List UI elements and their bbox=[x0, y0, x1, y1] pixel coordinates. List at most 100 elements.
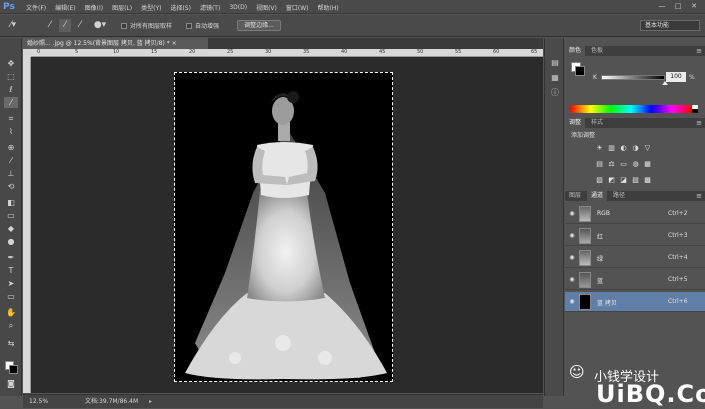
document-size-info[interactable]: 文档:39.7M/86.4M bbox=[85, 395, 138, 409]
shape-tool-icon[interactable]: ▭ bbox=[4, 291, 18, 302]
brush-tool-icon[interactable]: ⁄ bbox=[4, 155, 18, 166]
gradient-tool-icon[interactable]: ▭ bbox=[4, 210, 18, 221]
tab-color[interactable]: 颜色 bbox=[565, 46, 586, 56]
visibility-eye-icon[interactable]: ◉ bbox=[568, 254, 576, 262]
lasso-tool-icon[interactable]: ℓ bbox=[4, 84, 18, 95]
new-selection-brush-icon[interactable]: ⁄ bbox=[44, 19, 56, 32]
adjustment-icon[interactable]: ▧ bbox=[631, 176, 640, 185]
adjustment-icon[interactable]: ▽ bbox=[643, 144, 652, 153]
adjustment-icon[interactable]: ▥ bbox=[607, 144, 616, 153]
tab-swatches[interactable]: 色板 bbox=[587, 46, 607, 56]
auto-enhance-checkbox[interactable] bbox=[186, 23, 192, 29]
black-white-swatch[interactable] bbox=[692, 105, 698, 113]
zoom-level[interactable]: 12.5% bbox=[29, 395, 48, 409]
path-selection-tool-icon[interactable]: ➤ bbox=[4, 278, 18, 289]
tab-paths[interactable]: 路径 bbox=[609, 191, 629, 201]
adjustment-icon[interactable]: ◍ bbox=[631, 160, 640, 169]
channels-panel-menu-icon[interactable]: ≡ bbox=[696, 191, 702, 201]
zoom-tool-icon[interactable]: ⌕ bbox=[4, 320, 18, 331]
menu-file[interactable]: 文件(F) bbox=[26, 3, 46, 12]
color-spectrum-bar[interactable] bbox=[570, 105, 692, 113]
visibility-eye-icon[interactable]: ◉ bbox=[568, 298, 576, 306]
canvas-area[interactable] bbox=[31, 57, 543, 393]
marquee-tool-icon[interactable]: ⬚ bbox=[4, 71, 18, 82]
adjustment-icon[interactable]: ◩ bbox=[607, 176, 616, 185]
properties-panel-icon[interactable]: ▦ bbox=[549, 73, 561, 83]
visibility-eye-icon[interactable]: ◉ bbox=[568, 232, 576, 240]
tab-layers[interactable]: 图层 bbox=[565, 191, 585, 201]
tab-channels[interactable]: 通道 bbox=[587, 191, 608, 201]
adjustment-icon[interactable]: ◪ bbox=[619, 176, 628, 185]
menu-3d[interactable]: 3D(D) bbox=[229, 4, 247, 11]
clone-stamp-tool-icon[interactable]: ⊥ bbox=[4, 168, 18, 179]
adjustments-panel-menu-icon[interactable]: ≡ bbox=[696, 118, 702, 128]
subtract-selection-brush-icon[interactable]: ⁄ bbox=[74, 19, 86, 32]
brush-size-picker-icon[interactable]: ●▾ bbox=[92, 19, 108, 32]
menu-window[interactable]: 窗口(W) bbox=[286, 3, 309, 12]
maximize-icon[interactable]: □ bbox=[673, 2, 683, 11]
adjustment-icon[interactable]: ◐ bbox=[619, 144, 628, 153]
history-brush-tool-icon[interactable]: ⟲ bbox=[4, 181, 18, 192]
workspace-select[interactable]: 基本功能 bbox=[640, 20, 700, 31]
quick-select-tool-icon[interactable]: ⁄▾ bbox=[4, 19, 22, 32]
status-menu-arrow-icon[interactable]: ▸ bbox=[149, 395, 152, 409]
adjustment-icon[interactable]: ⚖ bbox=[607, 160, 616, 169]
background-color-swatch[interactable] bbox=[9, 365, 18, 374]
menu-image[interactable]: 图像(I) bbox=[85, 3, 103, 12]
tab-adjustments[interactable]: 调整 bbox=[565, 118, 586, 128]
info-panel-icon[interactable]: ⓘ bbox=[549, 88, 561, 98]
bride-photo-channel[interactable] bbox=[174, 72, 393, 382]
close-icon[interactable]: ✕ bbox=[689, 2, 699, 11]
blur-tool-icon[interactable]: ◆ bbox=[4, 223, 18, 234]
type-tool-icon[interactable]: T bbox=[4, 265, 18, 276]
crop-tool-icon[interactable]: ⌗ bbox=[4, 113, 18, 124]
vertical-ruler[interactable] bbox=[23, 57, 31, 393]
tab-styles[interactable]: 样式 bbox=[587, 118, 607, 128]
menu-help[interactable]: 帮助(H) bbox=[318, 3, 339, 12]
add-selection-brush-icon[interactable]: ⁄ bbox=[59, 19, 71, 32]
adjustment-icon[interactable]: ▤ bbox=[595, 160, 604, 169]
color-panel-menu-icon[interactable]: ≡ bbox=[696, 46, 702, 56]
visibility-eye-icon[interactable]: ◉ bbox=[568, 276, 576, 284]
adjustment-icon[interactable]: ▨ bbox=[595, 176, 604, 185]
channel-row[interactable]: ◉ RGB Ctrl+2 bbox=[565, 204, 705, 224]
eraser-tool-icon[interactable]: ◧ bbox=[4, 197, 18, 208]
adjustment-icon[interactable]: ▩ bbox=[643, 176, 652, 185]
document-tab[interactable]: 婚纱照... .jpg @ 12.5%(背景图层 拷贝, 蓝 拷贝/8) * × bbox=[23, 38, 208, 49]
swap-colors-icon[interactable]: ⇆ bbox=[4, 338, 18, 349]
k-slider-track[interactable] bbox=[601, 75, 665, 80]
menu-edit[interactable]: 编辑(E) bbox=[55, 3, 75, 12]
visibility-eye-icon[interactable]: ◉ bbox=[568, 210, 576, 218]
menu-select[interactable]: 选择(S) bbox=[170, 3, 191, 12]
channel-row[interactable]: ◉ 红 Ctrl+3 bbox=[565, 226, 705, 246]
channel-shortcut: Ctrl+4 bbox=[668, 254, 688, 261]
adjustment-icon[interactable]: ▭ bbox=[619, 160, 628, 169]
menu-view[interactable]: 视图(V) bbox=[256, 3, 277, 12]
pen-tool-icon[interactable]: ✒ bbox=[4, 252, 18, 263]
channel-row[interactable]: ◉ 蓝 拷贝 Ctrl+6 bbox=[565, 292, 705, 312]
ruler-origin[interactable] bbox=[23, 49, 31, 57]
channel-thumbnail bbox=[579, 294, 591, 310]
channel-row[interactable]: ◉ 绿 Ctrl+4 bbox=[565, 248, 705, 268]
healing-brush-tool-icon[interactable]: ⊕ bbox=[4, 142, 18, 153]
adjustment-icon[interactable]: ◑ bbox=[631, 144, 640, 153]
dodge-tool-icon[interactable]: ● bbox=[4, 236, 18, 247]
quick-selection-tool-icon[interactable]: ⁄ bbox=[4, 97, 18, 108]
menu-filter[interactable]: 滤镜(T) bbox=[200, 3, 220, 12]
eyedropper-tool-icon[interactable]: ⌇ bbox=[4, 126, 18, 137]
history-panel-icon[interactable]: ▤ bbox=[549, 58, 561, 68]
quick-mask-icon[interactable]: ◙ bbox=[4, 378, 18, 389]
menu-type[interactable]: 类型(Y) bbox=[141, 3, 161, 12]
menu-layer[interactable]: 图层(L) bbox=[112, 3, 132, 12]
hand-tool-icon[interactable]: ✋ bbox=[4, 307, 18, 318]
minimize-icon[interactable]: — bbox=[657, 2, 667, 11]
k-value-input[interactable]: 100 bbox=[666, 72, 686, 82]
channel-row[interactable]: ◉ 蓝 Ctrl+5 bbox=[565, 270, 705, 290]
adjustment-icon[interactable]: ▦ bbox=[643, 160, 652, 169]
adjustment-icon[interactable]: ☀ bbox=[595, 144, 604, 153]
color-panel-background-swatch[interactable] bbox=[575, 66, 585, 76]
sample-all-layers-checkbox[interactable] bbox=[121, 23, 127, 29]
horizontal-ruler[interactable]: 0 5 10 15 20 25 30 35 40 45 50 55 60 65 bbox=[31, 49, 543, 57]
refine-edge-button[interactable]: 调整边缘... bbox=[237, 20, 281, 31]
move-tool-icon[interactable]: ✥ bbox=[4, 58, 18, 69]
